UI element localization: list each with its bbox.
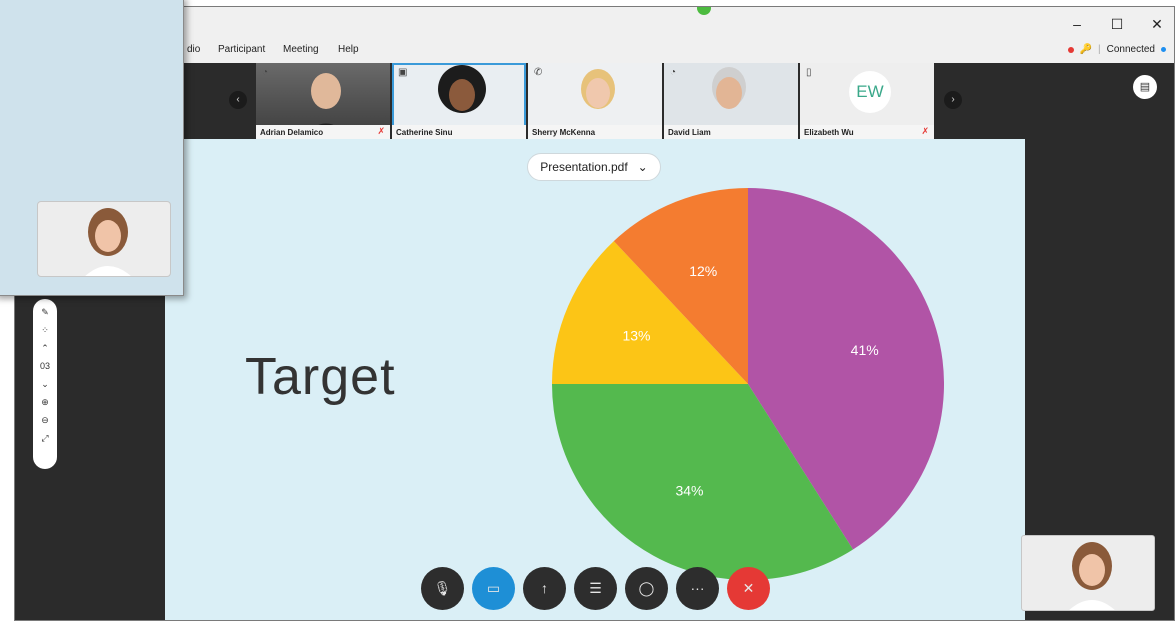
layout-icon[interactable]: ▤ bbox=[1133, 75, 1157, 99]
participants-button[interactable]: ☰ bbox=[574, 567, 617, 610]
grid-icon[interactable]: ⁘ bbox=[35, 323, 55, 337]
room-icon: ▣ bbox=[398, 67, 408, 78]
phone-icon: ✆ bbox=[534, 67, 543, 78]
video-button[interactable]: ▭ bbox=[472, 567, 515, 610]
participants-icon: ☰ bbox=[589, 580, 602, 596]
more-icon: ··· bbox=[690, 580, 705, 596]
participant-name: Catherine Sinu bbox=[392, 125, 526, 139]
mic-muted-icon: ✗ bbox=[377, 126, 385, 136]
fit-screen-icon[interactable]: ⤢ bbox=[35, 431, 55, 445]
camera-icon: ▭ bbox=[486, 580, 501, 596]
headset-icon: ◔ bbox=[262, 67, 269, 78]
self-photo bbox=[85, 208, 131, 276]
presence-dot bbox=[697, 7, 711, 15]
recording-icon bbox=[1067, 46, 1074, 53]
zoom-out-icon[interactable]: ⊖ bbox=[35, 413, 55, 427]
connection-dot bbox=[1161, 47, 1166, 52]
mic-muted-icon: ✗ bbox=[921, 126, 929, 136]
mute-button[interactable]: 🎙 bbox=[421, 567, 464, 610]
participant-tile[interactable]: ◔ Adrian Delamico ✗ bbox=[256, 63, 390, 139]
close-button[interactable]: ✕ bbox=[1148, 15, 1166, 33]
shared-slide: Presentation.pdf ⌄ Target 41% 34% 13% 12% bbox=[165, 139, 1025, 620]
participant-tile[interactable]: ▯ EW Elizabeth Wu ✗ bbox=[800, 63, 934, 139]
annotation-toolbar: ✎ ⁘ ⌃ 03 ⌄ ⊕ ⊖ ⤢ bbox=[33, 299, 57, 469]
connection-label: Connected bbox=[1106, 44, 1155, 55]
chat-icon: ◯ bbox=[638, 580, 655, 596]
minimize-button[interactable]: – bbox=[1068, 15, 1086, 33]
pie-chart: 41% 34% 13% 12% bbox=[552, 188, 944, 580]
strip-next-button[interactable]: › bbox=[944, 91, 962, 109]
page-number: 03 bbox=[39, 361, 50, 371]
upload-icon: ↑ bbox=[541, 580, 548, 596]
floating-window[interactable] bbox=[0, 0, 184, 296]
window-controls: – ☐ ✕ bbox=[1068, 15, 1166, 33]
pie-slice-label: 13% bbox=[622, 328, 650, 344]
divider: | bbox=[1098, 44, 1101, 55]
more-button[interactable]: ··· bbox=[676, 567, 719, 610]
meeting-window: – ☐ ✕ dio Participant Meeting Help 🔑 | C… bbox=[14, 6, 1175, 621]
call-controls: 🎙 ▭ ↑ ☰ ◯ ··· ✕ bbox=[421, 567, 770, 610]
participant-name: Adrian Delamico bbox=[256, 125, 390, 139]
close-icon: ✕ bbox=[742, 580, 755, 596]
participant-tile[interactable]: ✆ Sherry McKenna bbox=[528, 63, 662, 139]
participant-tile-selected[interactable]: ▣ Catherine Sinu bbox=[392, 63, 526, 139]
pen-icon[interactable]: ✎ bbox=[35, 305, 55, 319]
participant-name: Sherry McKenna bbox=[528, 125, 662, 139]
menu-audio[interactable]: dio bbox=[187, 44, 200, 55]
pie-slice-label: 34% bbox=[675, 482, 703, 498]
menu-bar: dio Participant Meeting Help bbox=[15, 41, 1174, 61]
share-button[interactable]: ↑ bbox=[523, 567, 566, 610]
participant-name: David Liam bbox=[664, 125, 798, 139]
menu-meeting[interactable]: Meeting bbox=[283, 44, 319, 55]
menu-participant[interactable]: Participant bbox=[218, 44, 265, 55]
page-down-icon[interactable]: ⌄ bbox=[35, 377, 55, 391]
strip-prev-button[interactable]: ‹ bbox=[229, 91, 247, 109]
mic-off-icon: 🎙 bbox=[433, 580, 452, 596]
participant-initials: EW bbox=[849, 71, 891, 113]
headset-icon: ◔ bbox=[670, 67, 677, 78]
chat-button[interactable]: ◯ bbox=[625, 567, 668, 610]
end-call-button[interactable]: ✕ bbox=[727, 567, 770, 610]
participant-tile[interactable]: ◔ David Liam bbox=[664, 63, 798, 139]
key-icon: 🔑 bbox=[1079, 44, 1093, 55]
content-stage: Presentation.pdf ⌄ Target 41% 34% 13% 12% ✎… bbox=[15, 139, 1174, 620]
connection-status: 🔑 | Connected bbox=[1067, 44, 1166, 55]
page-up-icon[interactable]: ⌃ bbox=[35, 341, 55, 355]
pie-slice-label: 12% bbox=[689, 263, 717, 279]
participant-strip: ‹ ◔ Adrian Delamico ✗ ▣ Catherine Sinu ✆… bbox=[15, 63, 1174, 139]
self-photo bbox=[1069, 542, 1115, 610]
screen: – ☐ ✕ dio Participant Meeting Help 🔑 | C… bbox=[0, 0, 1175, 621]
zoom-in-icon[interactable]: ⊕ bbox=[35, 395, 55, 409]
participant-name: Elizabeth Wu bbox=[800, 125, 934, 139]
maximize-button[interactable]: ☐ bbox=[1108, 15, 1126, 33]
menu-help[interactable]: Help bbox=[338, 44, 359, 55]
pie-slice-label: 41% bbox=[851, 342, 879, 358]
floating-self-view[interactable] bbox=[37, 201, 171, 277]
self-view[interactable] bbox=[1021, 535, 1155, 611]
mobile-icon: ▯ bbox=[806, 67, 812, 78]
